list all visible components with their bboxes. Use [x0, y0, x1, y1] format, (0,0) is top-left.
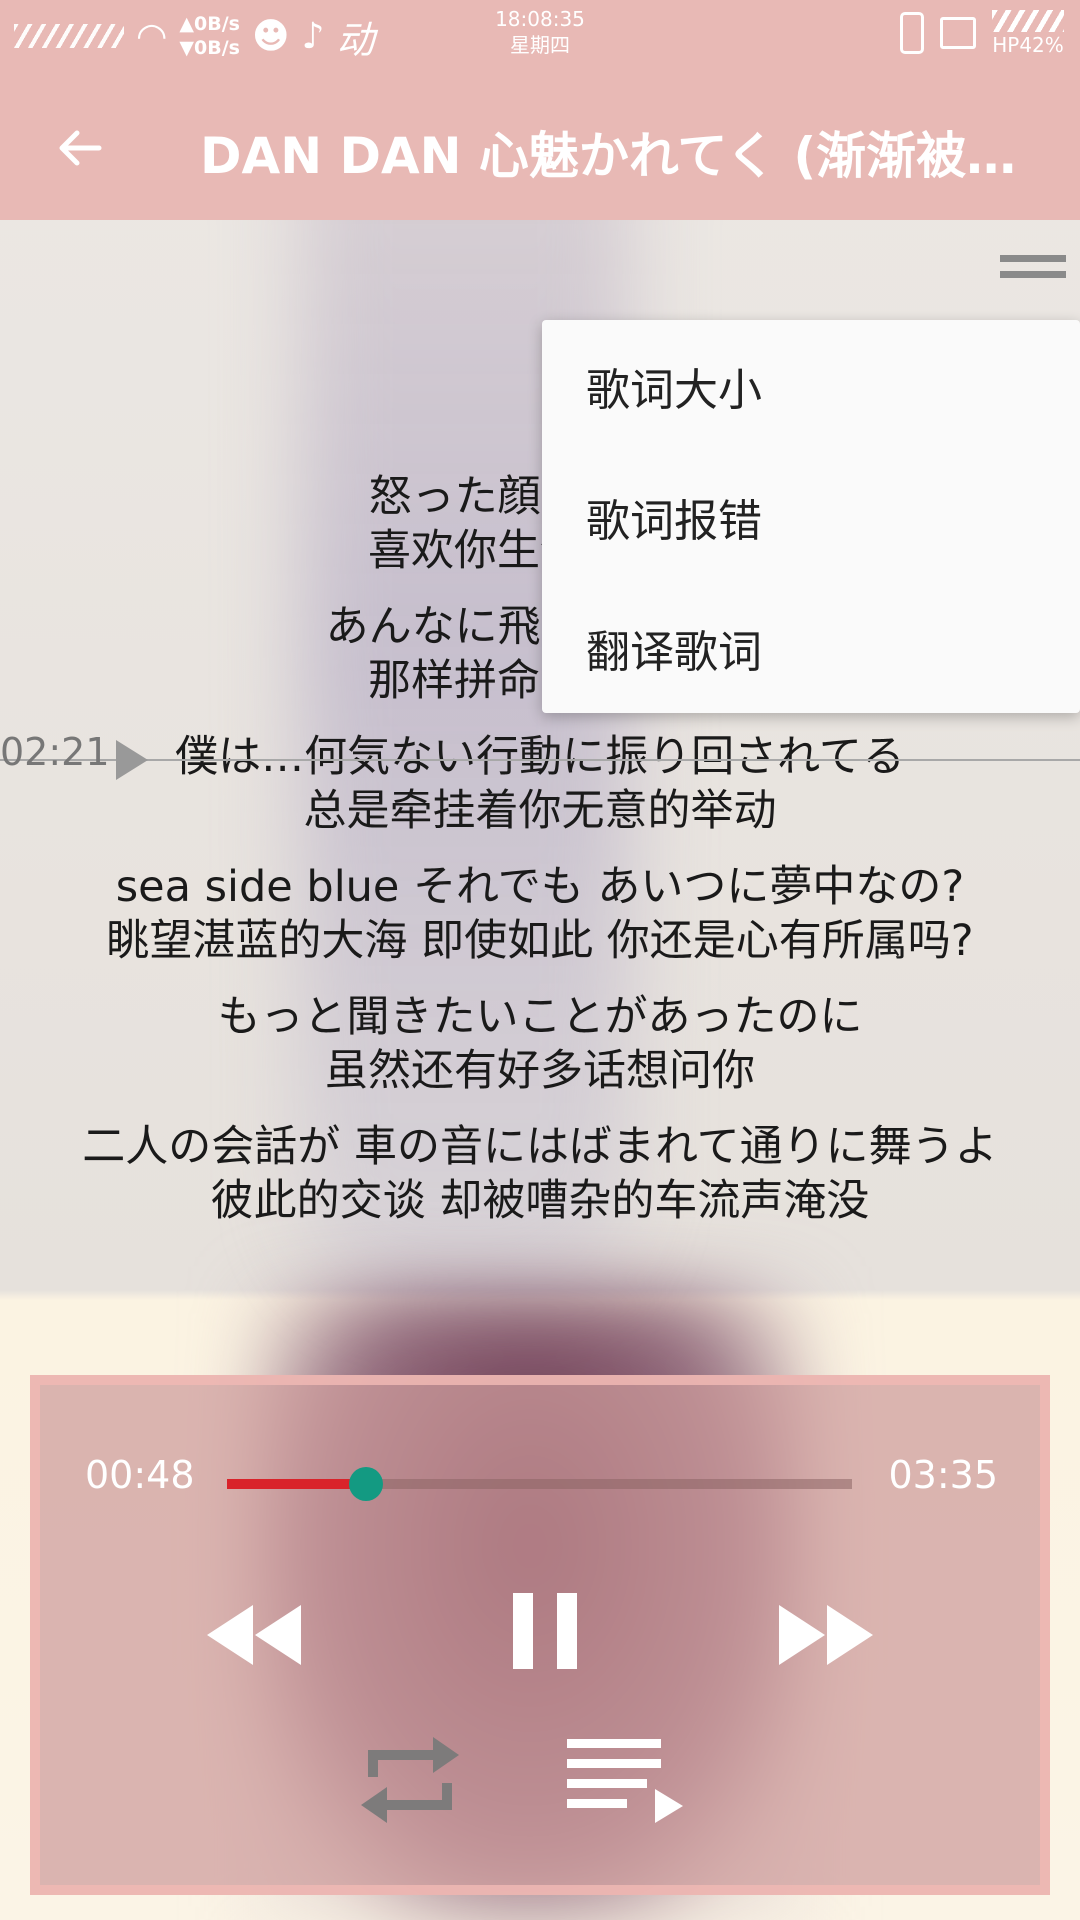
battery-indicator: HP42% — [992, 10, 1064, 56]
lyric-original: sea side blue それでも あいつに夢中なの? — [115, 862, 965, 912]
menu-item-lyrics-size[interactable]: 歌词大小 — [542, 320, 1080, 451]
menu-item-translate-lyrics[interactable]: 翻译歌词 — [542, 582, 1080, 713]
phone-icon — [900, 12, 924, 54]
lyric-line: sea side blue それでも あいつに夢中なの? 眺望湛蓝的大海 即使如此… — [0, 860, 1080, 968]
battery-bars-icon — [992, 10, 1064, 32]
status-bar: ◠ ▲0B/s ▼0B/s ☻ ♪ 动 18:08:35 星期四 HP42% — [0, 0, 1080, 80]
menu-item-report-lyrics[interactable]: 歌词报错 — [542, 451, 1080, 582]
total-duration: 03:35 — [888, 1453, 998, 1497]
progress-slider[interactable] — [227, 1467, 852, 1501]
lyric-translation: 虽然还有好多话想问你 — [325, 1046, 755, 1096]
fast-forward-icon — [779, 1605, 873, 1665]
next-button[interactable] — [775, 1595, 875, 1675]
back-button[interactable] — [40, 108, 120, 188]
lyric-translation: 眺望湛蓝的大海 即使如此 你还是心有所属吗? — [106, 916, 974, 966]
repeat-mode-button[interactable] — [355, 1725, 465, 1835]
lyrics-play-icon[interactable] — [116, 740, 148, 780]
lyric-translation: 彼此的交谈 却被嘈杂的车流声淹没 — [210, 1176, 870, 1226]
progress-thumb[interactable] — [349, 1467, 384, 1501]
rewind-icon — [207, 1605, 301, 1665]
lyric-translation: 总是牵挂着你无意的举动 — [303, 786, 777, 836]
previous-button[interactable] — [205, 1595, 305, 1675]
player-controls: 00:48 03:35 — [30, 1375, 1050, 1895]
repeat-icon — [361, 1737, 459, 1823]
song-title: DAN DAN 心魅かれてく (渐渐被… — [200, 127, 1017, 185]
playlist-icon — [567, 1739, 683, 1823]
image-icon — [940, 17, 976, 49]
app-bar: DAN DAN 心魅かれてく (渐渐被… — [0, 80, 1080, 220]
lyric-original: 二人の会話が 車の音にはばまれて通りに舞うよ — [82, 1122, 998, 1172]
current-time: 00:48 — [85, 1453, 195, 1497]
battery-text: HP42% — [992, 33, 1064, 57]
pause-icon — [513, 1593, 577, 1669]
lyric-line: 二人の会話が 車の音にはばまれて通りに舞うよ 彼此的交谈 却被嘈杂的车流声淹没 — [0, 1120, 1080, 1228]
lyric-original: もっと聞きたいことがあったのに — [217, 992, 863, 1042]
pause-button[interactable] — [505, 1585, 585, 1675]
progress-fill — [227, 1479, 367, 1489]
lyric-original: 僕は…何気ない行動に振り回されてる — [175, 732, 905, 782]
playlist-button[interactable] — [565, 1735, 685, 1825]
lyrics-seek-time: 02:21 — [0, 730, 110, 774]
back-arrow-icon — [59, 130, 102, 166]
lyrics-menu-button[interactable] — [1000, 255, 1066, 283]
lyric-line: 僕は…何気ない行動に振り回されてる 总是牵挂着你无意的举动 — [0, 730, 1080, 838]
lyrics-options-menu: 歌词大小 歌词报错 翻译歌词 — [542, 320, 1080, 713]
lyrics-seek-line — [0, 759, 1080, 761]
lyric-line: もっと聞きたいことがあったのに 虽然还有好多话想问你 — [0, 990, 1080, 1098]
